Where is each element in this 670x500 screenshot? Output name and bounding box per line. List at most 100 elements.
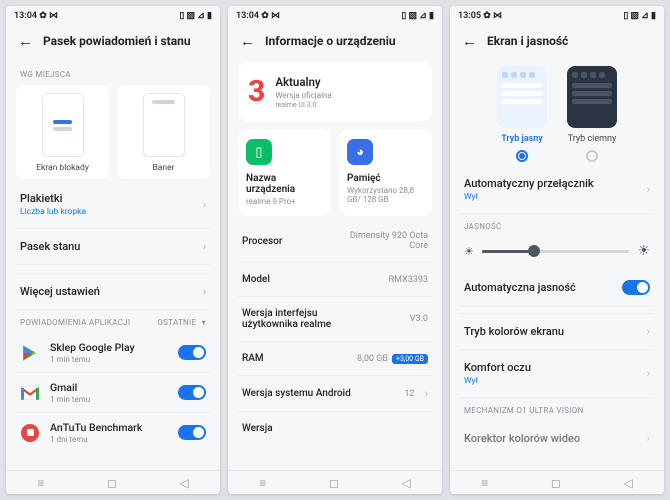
app-sub: 1 min temu: [50, 355, 178, 364]
preview-lockscreen: [42, 93, 84, 157]
screen-notifications-statusbar: 13:04 ✿ ⋈ ▯ ▧ ⊿ ▮ ← Pasek powiadomień i …: [6, 6, 220, 494]
card-storage[interactable]: ◕ Pamięć Wykorzystano 28,8 GB/ 128 GB: [339, 129, 432, 216]
card-lockscreen[interactable]: Ekran blokady: [16, 85, 109, 179]
row-video-color-corrector[interactable]: Korektor kolorów wideo ›: [460, 421, 654, 445]
brightness-high-icon: ☀: [637, 243, 650, 259]
row-pasek-stanu[interactable]: Pasek stanu ›: [16, 229, 210, 265]
row-auto-switch-sub: Wył: [464, 192, 594, 202]
preview-banner: [143, 93, 185, 157]
row-ram-value: 8,00 GB: [357, 354, 388, 364]
radio-light[interactable]: [516, 150, 528, 162]
status-icons-right: ▯ ▧ ⊿ ▮: [623, 11, 656, 21]
toggle-antutu[interactable]: [178, 425, 206, 440]
row-color-mode-title: Tryb kolorów ekranu: [464, 325, 564, 338]
row-android-version[interactable]: Wersja systemu Android 12 ›: [238, 376, 432, 412]
status-icons-left: ✿ ⋈: [39, 11, 58, 21]
chevron-right-icon: ›: [647, 325, 650, 338]
app-row-gmail[interactable]: Gmail 1 min temu: [16, 373, 210, 413]
gmail-icon: [20, 383, 40, 403]
section-label-brightness: JASNOŚĆ: [460, 214, 654, 237]
theme-light[interactable]: Tryb jasny: [497, 66, 547, 162]
row-eye-comfort[interactable]: Komfort oczu Wył ›: [460, 350, 654, 398]
card-storage-sub: Wykorzystano 28,8 GB/ 128 GB: [347, 186, 424, 204]
preview-light-mode: [497, 66, 547, 128]
phone-icon: ▯: [246, 139, 272, 165]
chevron-right-icon: ›: [203, 198, 206, 211]
nav-recent-icon[interactable]: ≡: [37, 476, 44, 490]
theme-dark-label: Tryb ciemny: [568, 134, 617, 144]
row-pasek-title: Pasek stanu: [20, 240, 80, 253]
app-row-antutu[interactable]: AnTuTu Benchmark 1 dni temu: [16, 413, 210, 452]
screen-display-brightness: 13:05 ✿ ⋈ ▯ ▧ ⊿ ▮ ← Ekran i jasność Tryb…: [450, 6, 664, 494]
card-lockscreen-label: Ekran blokady: [36, 163, 89, 173]
status-time: 13:05: [458, 11, 481, 21]
row-ram[interactable]: RAM 8,00 GB +3,00 GB: [238, 342, 432, 376]
row-plakietki[interactable]: Plakietki Liczba lub kropka ›: [16, 181, 210, 229]
status-bar: 13:04 ✿ ⋈ ▯ ▧ ⊿ ▮: [228, 6, 442, 26]
ram-expansion-badge: +3,00 GB: [392, 354, 428, 364]
row-eye-comfort-title: Komfort oczu: [464, 361, 531, 374]
chevron-right-icon: ›: [425, 387, 428, 400]
row-android-value: 12: [404, 389, 414, 399]
row-processor-value: Dimensity 920 Octa Core: [338, 231, 428, 251]
toggle-play[interactable]: [178, 345, 206, 360]
row-ui-version[interactable]: Wersja interfejsu użytkownika realme V3.…: [238, 297, 432, 342]
update-status-title: Aktualny: [275, 75, 331, 89]
theme-dark[interactable]: Tryb ciemny: [567, 66, 617, 162]
row-processor[interactable]: Procesor Dimensity 920 Octa Core: [238, 220, 432, 263]
page-title: Pasek powiadomień i stanu: [43, 34, 191, 48]
nav-home-icon[interactable]: ◻: [107, 476, 117, 490]
nav-home-icon[interactable]: ◻: [329, 476, 339, 490]
row-model-value: RMX3393: [389, 275, 428, 285]
realme-ui-3-icon: 3: [248, 74, 265, 109]
nav-back-icon[interactable]: ◁: [401, 476, 410, 490]
status-icons-left: ✿ ⋈: [483, 11, 502, 21]
app-name: Sklep Google Play: [50, 341, 178, 354]
sort-recent[interactable]: OSTATNIE ▾: [157, 318, 206, 327]
page-header: ← Pasek powiadomień i stanu: [6, 26, 220, 62]
nav-back-icon[interactable]: ◁: [179, 476, 188, 490]
app-row-play[interactable]: Sklep Google Play 1 min temu: [16, 333, 210, 373]
screen-about-device: 13:04 ✿ ⋈ ▯ ▧ ⊿ ▮ ← Informacje o urządze…: [228, 6, 442, 494]
card-update-status[interactable]: 3 Aktualny Wersja oficjalna realme UI 3.…: [238, 62, 432, 121]
antutu-icon: [20, 423, 40, 443]
row-color-mode[interactable]: Tryb kolorów ekranu ›: [460, 313, 654, 350]
back-icon[interactable]: ←: [462, 32, 477, 50]
card-device-name[interactable]: ▯ Nazwa urządzenia realme 9 Pro+: [238, 129, 331, 216]
page-header: ← Informacje o urządzeniu: [228, 26, 442, 62]
row-model[interactable]: Model RMX3393: [238, 263, 432, 297]
theme-light-label: Tryb jasny: [501, 134, 543, 144]
row-version[interactable]: Wersja: [238, 412, 432, 445]
back-icon[interactable]: ←: [18, 32, 33, 50]
back-icon[interactable]: ←: [240, 32, 255, 50]
page-title: Ekran i jasność: [487, 34, 568, 48]
nav-home-icon[interactable]: ◻: [551, 476, 561, 490]
nav-back-icon[interactable]: ◁: [623, 476, 632, 490]
chevron-right-icon: ›: [647, 367, 650, 380]
nav-recent-icon[interactable]: ≡: [481, 476, 488, 490]
row-auto-switch[interactable]: Automatyczny przełącznik Wył ›: [460, 166, 654, 214]
toggle-auto-brightness[interactable]: [622, 280, 650, 295]
status-icons-right: ▯ ▧ ⊿ ▮: [179, 11, 212, 21]
row-wiecej[interactable]: Więcej ustawień ›: [16, 273, 210, 310]
page-title: Informacje o urządzeniu: [265, 34, 396, 48]
status-bar: 13:04 ✿ ⋈ ▯ ▧ ⊿ ▮: [6, 6, 220, 26]
status-time: 13:04: [236, 11, 259, 21]
update-status-sub: Wersja oficjalna: [275, 91, 331, 100]
card-device-name-sub: realme 9 Pro+: [246, 197, 323, 206]
brightness-slider[interactable]: [482, 250, 630, 253]
card-device-name-title: Nazwa urządzenia: [246, 173, 323, 195]
radio-dark[interactable]: [586, 150, 598, 162]
row-eye-comfort-sub: Wył: [464, 376, 531, 386]
storage-icon: ◕: [347, 139, 373, 165]
nav-recent-icon[interactable]: ≡: [259, 476, 266, 490]
row-ram-label: RAM: [242, 353, 264, 364]
status-icons-right: ▯ ▧ ⊿ ▮: [401, 11, 434, 21]
toggle-gmail[interactable]: [178, 385, 206, 400]
status-bar: 13:05 ✿ ⋈ ▯ ▧ ⊿ ▮: [450, 6, 664, 26]
status-time: 13:04: [14, 11, 37, 21]
row-auto-brightness[interactable]: Automatyczna jasność: [460, 269, 654, 307]
card-banner[interactable]: Baner: [117, 85, 210, 179]
chevron-right-icon: ›: [647, 183, 650, 196]
status-icons-left: ✿ ⋈: [261, 11, 280, 21]
